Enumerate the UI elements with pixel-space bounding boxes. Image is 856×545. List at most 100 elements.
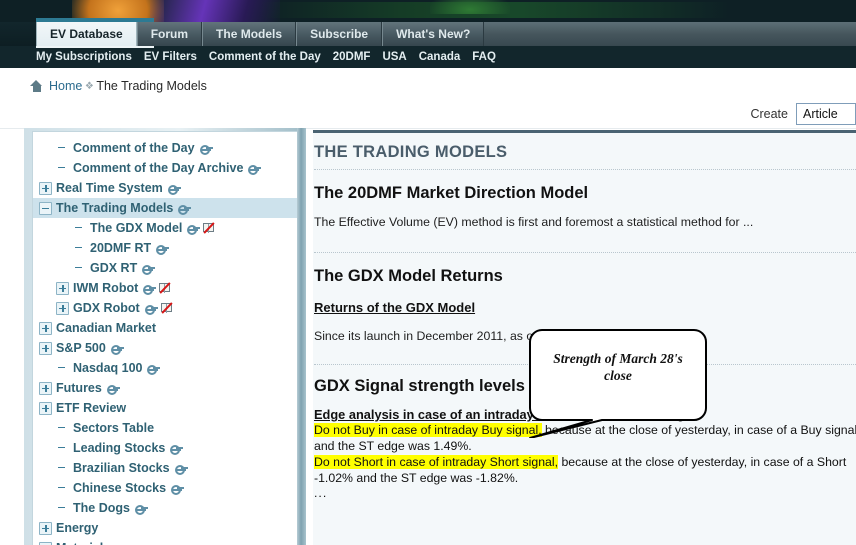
tab-subscribe[interactable]: Subscribe — [296, 22, 383, 46]
truncation-ellipsis: ... — [314, 486, 328, 500]
sidebar-item-etf-review[interactable]: ETF Review — [33, 398, 297, 418]
breadcrumb: Home ❖ The Trading Models — [0, 68, 856, 104]
sidebar-item-iwm-robot[interactable]: IWM Robot — [33, 278, 297, 298]
tab-ev-database[interactable]: EV Database — [36, 22, 137, 46]
sidebar-item-label: GDX Robot — [73, 301, 140, 315]
sidebar-item-20dmf-rt[interactable]: 20DMF RT — [33, 238, 297, 258]
subnav-item-comment-of-the-day[interactable]: Comment of the Day — [209, 51, 321, 63]
sidebar-item-gdx-robot[interactable]: GDX Robot — [33, 298, 297, 318]
sidebar-item-leading-stocks[interactable]: Leading Stocks — [33, 438, 297, 458]
subnav-item-faq[interactable]: FAQ — [472, 51, 496, 63]
twisty-spacer-icon — [73, 262, 86, 275]
key-icon — [142, 264, 156, 275]
sidebar-item-materials[interactable]: Materials — [33, 538, 297, 545]
sidebar-item-label: Chinese Stocks — [73, 481, 167, 495]
article-subheading-edge-analysis: Edge analysis in case of an intraday rea… — [314, 407, 692, 422]
subnav-active-underline — [36, 46, 154, 48]
twisty-spacer-icon — [56, 502, 69, 515]
subnav-item-canada[interactable]: Canada — [419, 51, 461, 63]
key-icon — [170, 444, 184, 455]
expand-plus-icon[interactable] — [56, 281, 69, 295]
sidebar-item-label: S&P 500 — [56, 341, 106, 355]
signal-line-buy-rest: because at the close of yesterday, in ca… — [541, 423, 856, 437]
active-tab-accent-bar — [36, 18, 154, 22]
article-body-20dmf: The Effective Volume (EV) method is firs… — [314, 215, 754, 229]
secondary-nav: My Subscriptions EV Filters Comment of t… — [0, 46, 856, 68]
sidebar-item-real-time-system[interactable]: Real Time System — [33, 178, 297, 198]
sidebar-item-label: Real Time System — [56, 181, 163, 195]
book-restricted-icon — [202, 222, 215, 234]
sidebar-item-label: Sectors Table — [73, 421, 155, 435]
home-icon — [30, 80, 43, 92]
create-bar: Create Article — [750, 100, 856, 128]
expand-plus-icon[interactable] — [39, 181, 52, 195]
sidebar-item-label: Canadian Market — [56, 321, 157, 335]
sidebar-item-label: ETF Review — [56, 401, 127, 415]
sidebar-item-label: The Dogs — [73, 501, 130, 515]
expand-plus-icon[interactable] — [56, 301, 69, 315]
expand-plus-icon[interactable] — [39, 321, 52, 335]
tab-the-models[interactable]: The Models — [202, 22, 297, 46]
subnav-item-my-subscriptions[interactable]: My Subscriptions — [36, 51, 132, 63]
create-type-value: Article — [803, 107, 838, 121]
main-content-inner: THE TRADING MODELS The 20DMF Market Dire… — [313, 133, 856, 500]
article-title-20dmf[interactable]: The 20DMF Market Direction Model — [314, 184, 856, 203]
subnav-item-20dmf[interactable]: 20DMF — [333, 51, 371, 63]
key-icon — [156, 244, 170, 255]
sidebar-item-comment-of-the-day[interactable]: Comment of the Day — [33, 138, 297, 158]
expand-plus-icon[interactable] — [39, 401, 52, 415]
sidebar: Comment of the Day Comment of the Day Arc… — [24, 128, 306, 545]
twisty-spacer-icon — [56, 422, 69, 435]
page-title: THE TRADING MODELS — [314, 143, 508, 161]
sidebar-nav-list: Comment of the Day Comment of the Day Arc… — [33, 132, 297, 545]
collapse-minus-icon[interactable] — [39, 201, 52, 215]
sidebar-item-label: 20DMF RT — [90, 241, 152, 255]
sidebar-panel: Comment of the Day Comment of the Day Arc… — [32, 131, 298, 545]
breadcrumb-current: The Trading Models — [96, 79, 207, 93]
divider-dotted — [314, 252, 856, 253]
tab-label: Forum — [150, 27, 189, 41]
page-root: EV Database Forum The Models Subscribe W… — [0, 0, 856, 545]
key-icon — [178, 204, 192, 215]
tab-label: The Models — [216, 27, 283, 41]
key-icon — [248, 164, 262, 175]
create-type-select[interactable]: Article — [796, 103, 856, 125]
twisty-spacer-icon — [56, 142, 69, 155]
sidebar-item-sectors-table[interactable]: Sectors Table — [33, 418, 297, 438]
expand-plus-icon[interactable] — [39, 521, 52, 535]
expand-plus-icon[interactable] — [39, 381, 52, 395]
sidebar-item-comment-of-the-day-archive[interactable]: Comment of the Day Archive — [33, 158, 297, 178]
tab-forum[interactable]: Forum — [136, 22, 203, 46]
subnav-item-usa[interactable]: USA — [382, 51, 406, 63]
expand-plus-icon[interactable] — [39, 541, 52, 545]
sidebar-item-the-gdx-model[interactable]: The GDX Model — [33, 218, 297, 238]
tab-whats-new[interactable]: What's New? — [382, 22, 485, 46]
sidebar-item-gdx-rt[interactable]: GDX RT — [33, 258, 297, 278]
breadcrumb-home-link[interactable]: Home — [49, 79, 82, 93]
sidebar-item-chinese-stocks[interactable]: Chinese Stocks — [33, 478, 297, 498]
article-title-gdx-returns[interactable]: The GDX Model Returns — [314, 267, 856, 286]
expand-plus-icon[interactable] — [39, 341, 52, 355]
article-body-gdx-returns: Since its launch in December 2011, as o — [314, 329, 534, 343]
divider-dotted — [314, 364, 856, 365]
sidebar-item-futures[interactable]: Futures — [33, 378, 297, 398]
sidebar-item-s-p-500[interactable]: S&P 500 — [33, 338, 297, 358]
sidebar-item-the-dogs[interactable]: The Dogs — [33, 498, 297, 518]
book-restricted-icon — [158, 282, 171, 294]
sidebar-item-label: The Trading Models — [56, 201, 174, 215]
signal-line-buy: Do not Buy in case of intraday Buy signa… — [314, 422, 856, 438]
main-content: THE TRADING MODELS The 20DMF Market Dire… — [313, 130, 856, 545]
twisty-spacer-icon — [73, 242, 86, 255]
sidebar-item-nasdaq-100[interactable]: Nasdaq 100 — [33, 358, 297, 378]
article-title-gdx-signal-strength[interactable]: GDX Signal strength levels and real time… — [314, 377, 856, 396]
key-icon — [134, 504, 148, 515]
sidebar-item-energy[interactable]: Energy — [33, 518, 297, 538]
sidebar-item-canadian-market[interactable]: Canadian Market — [33, 318, 297, 338]
key-icon — [171, 484, 185, 495]
primary-tabs: EV Database Forum The Models Subscribe W… — [36, 22, 485, 46]
sidebar-item-brazilian-stocks[interactable]: Brazilian Stocks — [33, 458, 297, 478]
sidebar-item-label: Energy — [56, 521, 99, 535]
subnav-item-ev-filters[interactable]: EV Filters — [144, 51, 197, 63]
sidebar-item-the-trading-models[interactable]: The Trading Models — [33, 198, 297, 218]
link-returns-of-the-gdx-model[interactable]: Returns of the GDX Model — [314, 300, 475, 315]
